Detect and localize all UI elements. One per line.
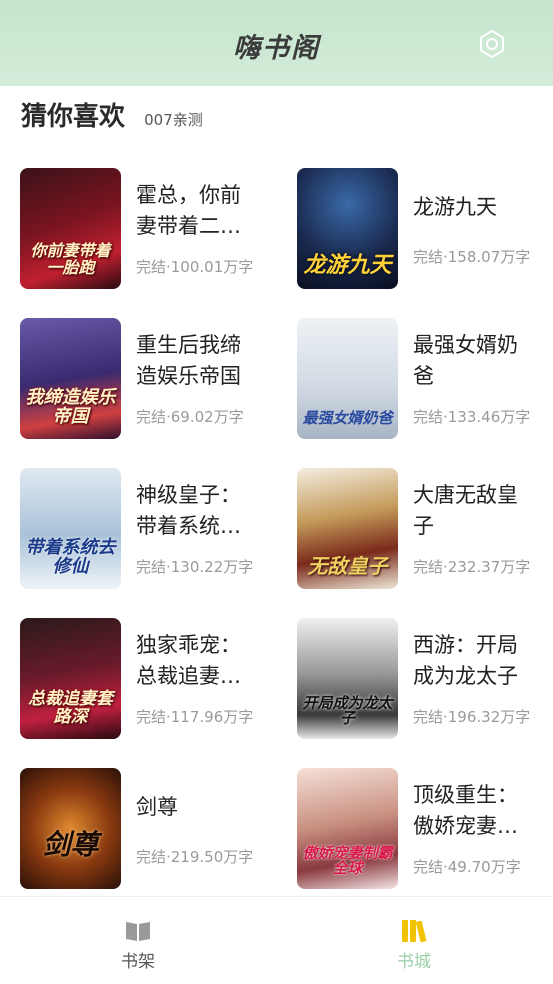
book-status: 完结·117.96万字 — [136, 708, 254, 726]
cover-title: 傲娇宠妻制霸全球 — [302, 843, 393, 878]
book-card[interactable]: 无敌皇子 大唐无敌皇子 完结·232.37万字 — [297, 468, 553, 590]
book-cover: 无敌皇子 — [297, 468, 398, 589]
book-card[interactable]: 最强女婿奶爸 最强女婿奶爸 完结·133.46万字 — [297, 318, 553, 440]
library-icon — [402, 920, 427, 943]
book-card[interactable]: 开局成为龙太子 西游：开局成为龙太子 完结·196.32万字 — [297, 618, 553, 740]
book-status: 完结·133.46万字 — [413, 408, 531, 426]
book-title: 神级皇子：带着系统… — [136, 483, 241, 538]
book-cover: 你前妻带着一胎跑 — [20, 168, 121, 289]
book-title: 龙游九天 — [413, 195, 497, 219]
section-header: 猜你喜欢 007亲测 — [21, 96, 203, 136]
book-status: 完结·158.07万字 — [413, 248, 531, 266]
book-card[interactable]: 龙游九天 龙游九天 完结·158.07万字 — [297, 168, 553, 290]
book-card[interactable]: 剑尊 剑尊 完结·219.50万字 — [20, 768, 280, 890]
book-icon — [126, 922, 150, 941]
cover-title: 你前妻带着一胎跑 — [30, 241, 111, 278]
book-cover: 龙游九天 — [297, 168, 398, 289]
book-status: 完结·196.32万字 — [413, 708, 531, 726]
book-title: 大唐无敌皇子 — [413, 483, 518, 538]
book-title: 霍总，你前妻带着二… — [136, 183, 241, 238]
book-card[interactable]: 带着系统去修仙 神级皇子：带着系统… 完结·130.22万字 — [20, 468, 280, 590]
book-card[interactable]: 你前妻带着一胎跑 霍总，你前妻带着二… 完结·100.01万字 — [20, 168, 280, 290]
book-cover: 剑尊 — [20, 768, 121, 889]
book-title: 顶级重生：傲娇宠妻… — [413, 783, 518, 838]
book-status: 完结·49.70万字 — [413, 858, 521, 876]
section-subtitle: 007亲测 — [144, 111, 203, 129]
book-status: 完结·100.01万字 — [136, 258, 254, 276]
book-cover: 总裁追妻套路深 — [20, 618, 121, 739]
cover-title: 无敌皇子 — [307, 554, 388, 578]
book-cover: 我缔造娱乐帝国 — [20, 318, 121, 439]
book-status: 完结·130.22万字 — [136, 558, 254, 576]
cover-title: 最强女婿奶爸 — [302, 409, 393, 428]
book-status: 完结·69.02万字 — [136, 408, 244, 426]
book-card[interactable]: 我缔造娱乐帝国 重生后我缔造娱乐帝国 完结·69.02万字 — [20, 318, 280, 440]
cover-title: 开局成为龙太子 — [302, 693, 393, 728]
book-card[interactable]: 总裁追妻套路深 独家乖宠：总裁追妻… 完结·117.96万字 — [20, 618, 280, 740]
app-header: 嗨书阁 — [0, 0, 553, 86]
settings-button[interactable] — [474, 26, 510, 62]
tab-bookstore[interactable]: 书城 — [354, 897, 474, 984]
book-card[interactable]: 傲娇宠妻制霸全球 顶级重生：傲娇宠妻… 完结·49.70万字 — [297, 768, 553, 890]
book-cover: 带着系统去修仙 — [20, 468, 121, 589]
app-title: 嗨书阁 — [233, 33, 320, 64]
book-status: 完结·219.50万字 — [136, 848, 254, 866]
book-cover: 最强女婿奶爸 — [297, 318, 398, 439]
cover-title: 我缔造娱乐帝国 — [25, 387, 116, 428]
book-title: 重生后我缔造娱乐帝国 — [136, 333, 241, 388]
book-title: 西游：开局成为龙太子 — [413, 633, 518, 688]
book-title: 最强女婿奶爸 — [413, 333, 518, 388]
book-cover: 开局成为龙太子 — [297, 618, 398, 739]
section-title: 猜你喜欢 — [21, 102, 126, 132]
cover-title: 总裁追妻套路深 — [28, 689, 113, 728]
cover-title: 剑尊 — [42, 827, 99, 861]
tab-bookshelf[interactable]: 书架 — [78, 897, 198, 984]
book-title: 独家乖宠：总裁追妻… — [136, 633, 241, 688]
tab-label: 书架 — [121, 952, 155, 972]
cover-title: 龙游九天 — [303, 252, 392, 278]
book-status: 完结·232.37万字 — [413, 558, 531, 576]
bottom-tab-bar: 书架 书城 — [0, 896, 553, 984]
settings-icon — [480, 29, 504, 59]
book-title: 剑尊 — [136, 795, 178, 819]
cover-title: 带着系统去修仙 — [25, 537, 116, 578]
book-cover: 傲娇宠妻制霸全球 — [297, 768, 398, 889]
tab-label: 书城 — [397, 952, 431, 972]
